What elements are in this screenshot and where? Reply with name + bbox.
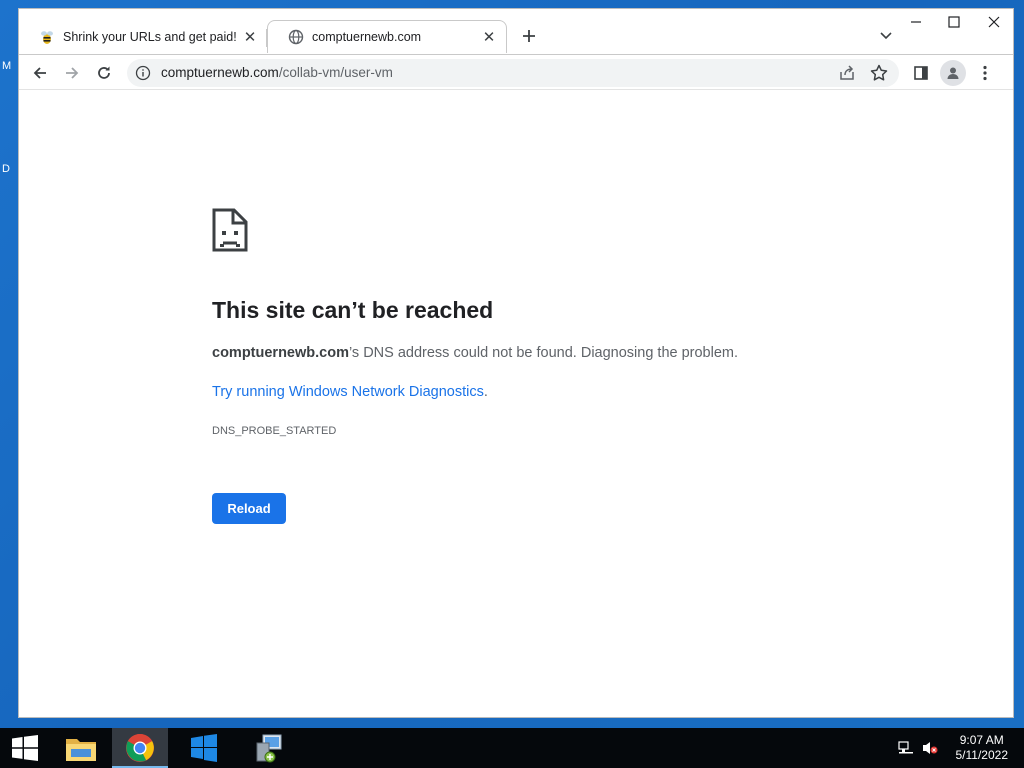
address-bar[interactable]: comptuernewb.com/collab-vm/user-vm bbox=[127, 59, 899, 87]
error-code: DNS_PROBE_STARTED bbox=[212, 425, 337, 437]
page-content: This site can’t be reached comptuernewb.… bbox=[19, 90, 1013, 717]
reload-button[interactable]: Reload bbox=[212, 493, 286, 524]
server-manager-icon bbox=[191, 734, 217, 762]
start-icon bbox=[12, 735, 38, 761]
desktop-icon-label-fragment: D bbox=[2, 163, 10, 175]
clock-date: 5/11/2022 bbox=[955, 748, 1009, 762]
desktop-icon-label-fragment: M bbox=[2, 60, 12, 72]
error-description: comptuernewb.com’s DNS address could not… bbox=[212, 345, 739, 361]
network-diagnostics-line: Try running Windows Network Diagnostics. bbox=[212, 384, 488, 400]
browser-toolbar: comptuernewb.com/collab-vm/user-vm bbox=[19, 54, 1013, 90]
chrome-icon bbox=[126, 734, 154, 762]
profile-avatar-icon[interactable] bbox=[940, 60, 966, 86]
network-diagnostics-link[interactable]: Try running Windows Network Diagnostics bbox=[212, 384, 484, 400]
network-tray-icon[interactable] bbox=[898, 740, 914, 756]
tab-search-button[interactable] bbox=[876, 26, 896, 46]
side-panel-button[interactable] bbox=[909, 61, 933, 85]
volume-muted-icon[interactable] bbox=[922, 740, 938, 756]
globe-icon bbox=[288, 29, 304, 45]
taskbar-server-manager[interactable] bbox=[176, 728, 232, 768]
info-icon[interactable] bbox=[135, 65, 151, 81]
taskbar-file-explorer[interactable] bbox=[53, 728, 109, 768]
taskbar-clock[interactable]: 9:07 AM 5/11/2022 bbox=[956, 733, 1009, 763]
sad-document-icon bbox=[212, 208, 248, 252]
taskbar-chrome[interactable] bbox=[112, 728, 168, 768]
tab-comptuernewb[interactable]: comptuernewb.com ✕ bbox=[267, 20, 507, 53]
tab-title: Shrink your URLs and get paid! bbox=[63, 29, 237, 44]
reload-icon[interactable] bbox=[92, 61, 116, 85]
new-tab-button[interactable] bbox=[518, 25, 540, 47]
taskbar: 9:07 AM 5/11/2022 bbox=[0, 728, 1024, 768]
taskbar-network-setup[interactable] bbox=[240, 728, 296, 768]
bee-icon bbox=[39, 29, 55, 45]
close-tab-icon[interactable]: ✕ bbox=[241, 28, 259, 46]
maximize-button[interactable] bbox=[939, 11, 969, 33]
tab-title: comptuernewb.com bbox=[312, 30, 422, 44]
share-icon[interactable] bbox=[837, 63, 857, 83]
forward-button[interactable] bbox=[60, 61, 84, 85]
chrome-window: Shrink your URLs and get paid! ✕ comptue… bbox=[18, 8, 1014, 718]
network-setup-icon bbox=[256, 734, 282, 763]
kebab-menu-icon[interactable] bbox=[975, 61, 995, 85]
close-tab-icon[interactable]: ✕ bbox=[480, 28, 498, 46]
close-window-button[interactable] bbox=[979, 11, 1009, 33]
start-button[interactable] bbox=[0, 728, 50, 768]
tab-shrink-urls[interactable]: Shrink your URLs and get paid! ✕ bbox=[19, 20, 267, 53]
tab-strip: Shrink your URLs and get paid! ✕ comptue… bbox=[19, 9, 1013, 55]
clock-time: 9:07 AM bbox=[959, 733, 1004, 747]
file-explorer-icon bbox=[66, 739, 96, 761]
minimize-button[interactable] bbox=[901, 11, 931, 33]
back-button[interactable] bbox=[28, 61, 52, 85]
address-url[interactable]: comptuernewb.com/collab-vm/user-vm bbox=[161, 65, 393, 80]
bookmark-star-icon[interactable] bbox=[869, 63, 889, 83]
error-title: This site can’t be reached bbox=[212, 297, 494, 323]
